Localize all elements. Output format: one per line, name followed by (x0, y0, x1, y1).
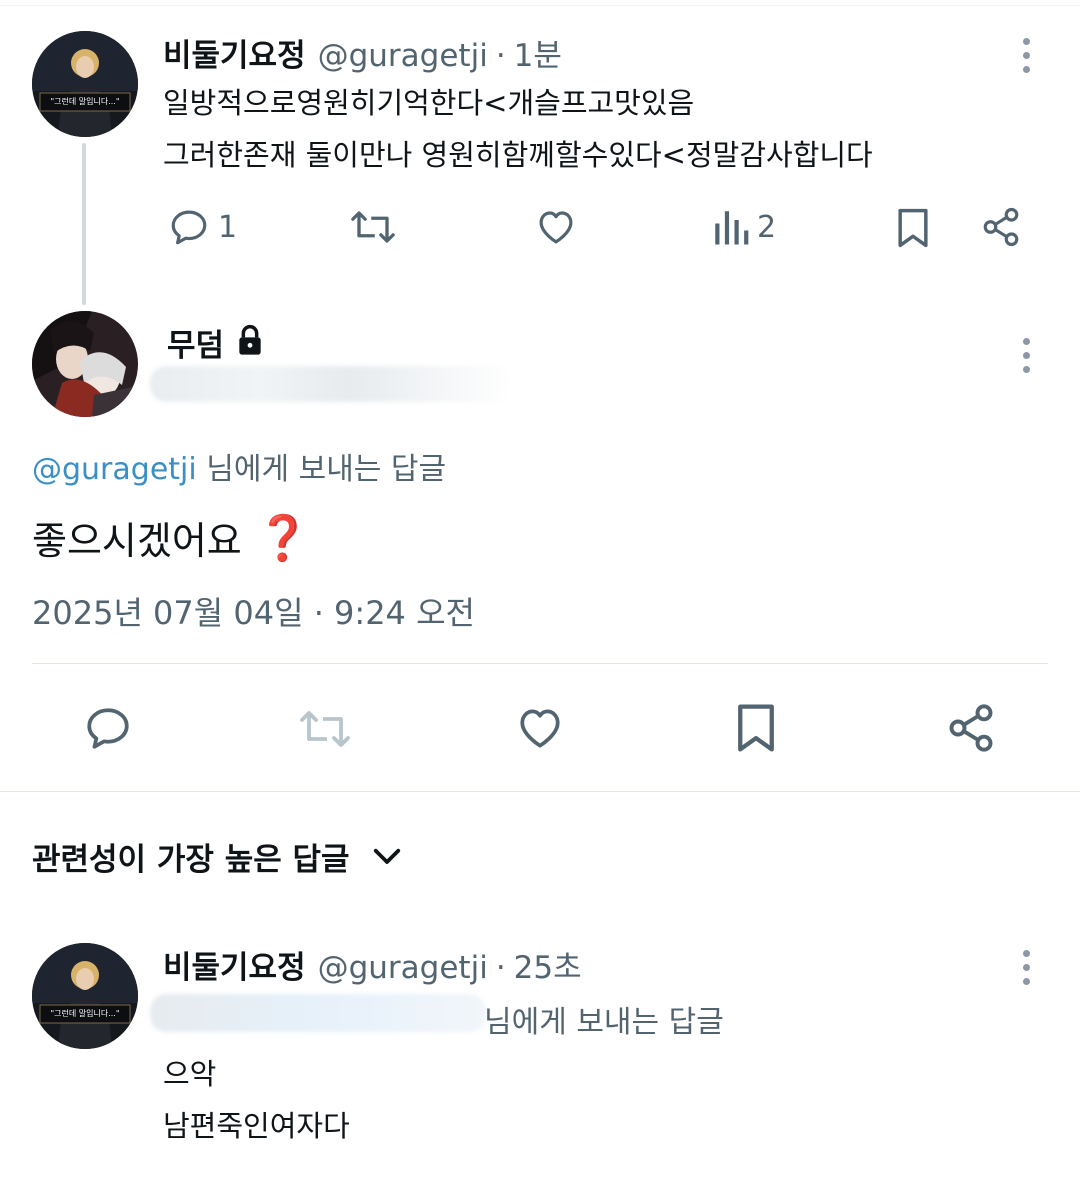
bookmark-button[interactable] (733, 701, 779, 755)
share-icon (983, 207, 1019, 247)
more-icon[interactable] (1021, 38, 1031, 73)
thread-line (82, 143, 86, 305)
reply-button[interactable] (82, 703, 134, 753)
bookmark-button[interactable] (893, 206, 933, 250)
like-button[interactable] (534, 206, 578, 248)
tweet-header: 무덤 (167, 320, 264, 365)
post-timestamp[interactable]: 2025년 07월 04일 · 9:24 오전 (32, 588, 475, 634)
retweet-button[interactable] (350, 206, 396, 248)
display-name[interactable]: 무덤 (167, 320, 224, 365)
separator-dot: · (495, 950, 506, 986)
avatar-image (32, 31, 138, 137)
reply-note: 님에게 보내는 답글 (484, 1005, 724, 1040)
views-icon (715, 211, 749, 245)
tweet-text-line: 남편죽인여자다 (163, 1109, 350, 1143)
avatar-image (32, 943, 138, 1049)
section-divider (0, 791, 1080, 792)
tweet-header: 비둘기요정 @guragetji · 25초 (163, 942, 582, 987)
share-button[interactable] (980, 206, 1022, 248)
mention-link[interactable]: @guragetji (32, 452, 197, 487)
bookmark-icon (898, 208, 928, 248)
post-time[interactable]: 25초 (514, 942, 582, 987)
reply-sort-label: 관련성이 가장 높은 답글 (32, 842, 350, 878)
replying-to: @guragetji 님에게 보내는 답글 (32, 444, 446, 488)
display-name[interactable]: 비둘기요정 (163, 30, 306, 75)
tweet-header: 비둘기요정 @guragetji · 1분 (163, 30, 562, 75)
reply-icon (87, 708, 129, 749)
avatar[interactable]: "그런데 말입니다..." (32, 31, 138, 137)
post-time[interactable]: 1분 (514, 30, 562, 75)
top-border (0, 0, 1080, 6)
handle[interactable]: @guragetji (318, 950, 488, 986)
reply-button[interactable]: 1 (168, 206, 237, 248)
more-icon[interactable] (1021, 338, 1031, 373)
reply-count: 1 (218, 209, 238, 245)
bookmark-icon (738, 704, 774, 752)
like-button[interactable] (513, 703, 567, 753)
display-name[interactable]: 비둘기요정 (163, 942, 306, 987)
tweet-text-line: 일방적으로영원히기억한다<개슬프고맛있음 (163, 86, 695, 120)
heart-icon (520, 709, 560, 748)
share-icon (949, 704, 993, 752)
tweet-text: 으악 남편죽인여자다 (163, 1048, 350, 1152)
redacted-handle (150, 366, 512, 402)
tweet-main-text: 좋으시겠어요 ❓ (32, 510, 311, 565)
question-emoji: ❓ (255, 512, 311, 564)
tweet-text-line: 그러한존재 둘이만나 영원히함께할수있다<정말감사합니다 (163, 138, 873, 172)
heart-icon (539, 211, 573, 244)
retweet-icon (351, 211, 395, 243)
retweet-button (296, 705, 354, 753)
retweet-icon (300, 711, 350, 747)
redacted-mention (150, 994, 486, 1032)
avatar-caption: "그런데 말입니다..." (50, 97, 120, 106)
more-icon[interactable] (1021, 950, 1031, 985)
chevron-down-icon (373, 848, 400, 864)
separator-dot: · (495, 38, 506, 74)
tweet-text: 일방적으로영원히기억한다<개슬프고맛있음 그러한존재 둘이만나 영원히함께할수있… (163, 77, 873, 181)
view-count: 2 (757, 209, 777, 245)
reply-sort-dropdown[interactable]: 관련성이 가장 높은 답글 (32, 834, 402, 879)
avatar-image (32, 311, 138, 417)
lock-icon (239, 324, 261, 355)
replying-to-suffix: 님에게 보내는 답글 (196, 452, 447, 487)
views-button[interactable]: 2 (713, 206, 776, 248)
avatar-caption: "그런데 말입니다..." (50, 1009, 120, 1018)
share-button[interactable] (945, 702, 997, 754)
handle[interactable]: @guragetji (318, 38, 488, 74)
tweet-text: 좋으시겠어요 (32, 519, 242, 563)
tweet-text-line: 으악 (163, 1057, 217, 1091)
avatar[interactable] (32, 311, 138, 417)
avatar[interactable]: "그런데 말입니다..." (32, 943, 138, 1049)
divider (32, 663, 1048, 664)
reply-icon (171, 210, 207, 245)
